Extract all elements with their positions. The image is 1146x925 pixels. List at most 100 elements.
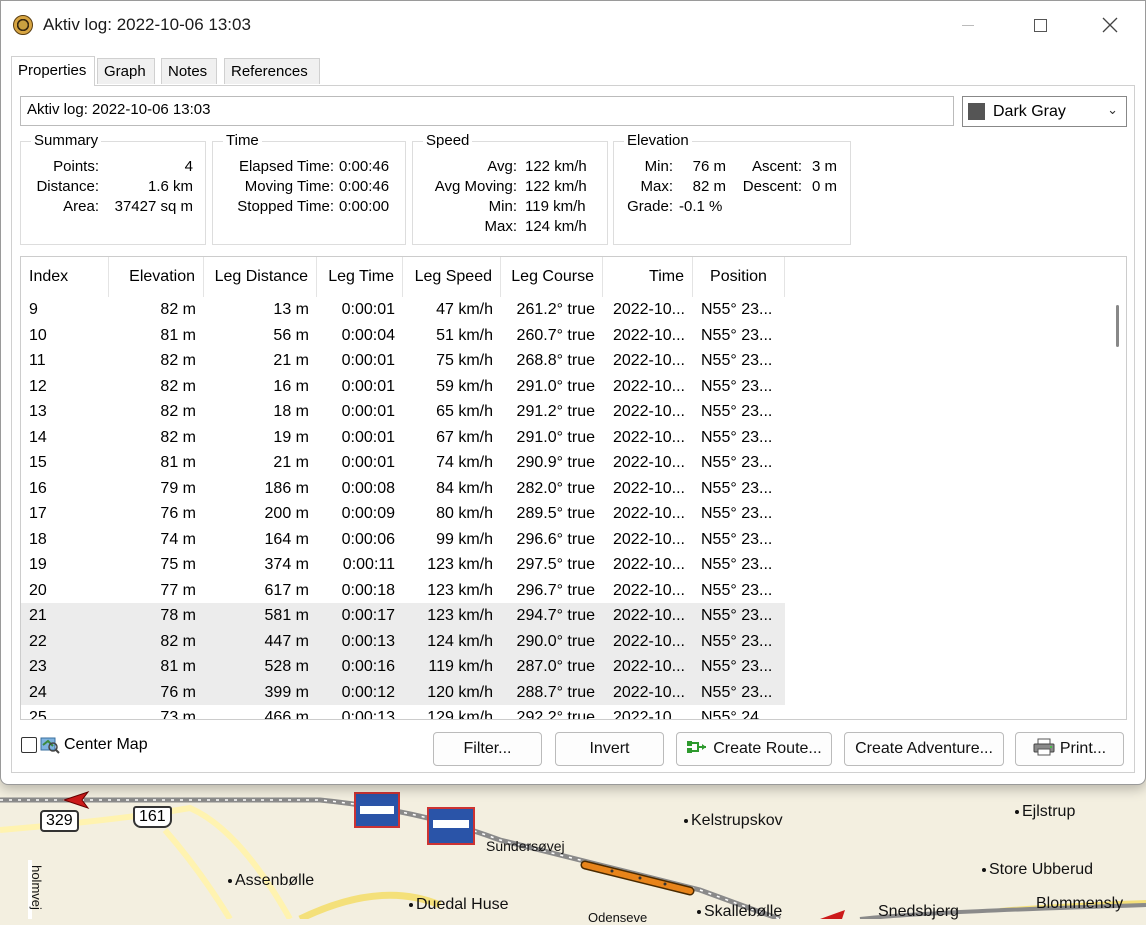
color-dropdown[interactable]: Dark Gray ⌄: [962, 96, 1127, 127]
cell-elevation: 81 m: [160, 658, 196, 675]
scrollbar-thumb[interactable]: [1116, 305, 1119, 347]
cell-index: 24: [29, 683, 47, 701]
cell-leg-distance: 581 m: [264, 607, 309, 624]
cell-position: N55° 23...: [701, 607, 773, 624]
cell-position: N55° 24...: [701, 709, 773, 720]
cell-position: N55° 23...: [701, 403, 773, 420]
column-header-index[interactable]: Index: [21, 257, 109, 297]
cell-leg-time: 0:00:01: [341, 454, 395, 471]
cell-leg-distance: 466 m: [264, 709, 309, 720]
cell-leg-time: 0:00:08: [341, 479, 395, 497]
cell-index: 18: [29, 530, 47, 548]
table-row[interactable]: 23 81 m 528 m 0:00:16 119 km/h 287.0° true 202…: [21, 654, 785, 680]
center-map-control[interactable]: Center Map: [21, 736, 148, 754]
cell-leg-speed: 67 km/h: [436, 428, 493, 446]
invert-button[interactable]: Invert: [555, 732, 664, 766]
tab-references[interactable]: References: [224, 58, 320, 84]
cell-elevation: 77 m: [160, 581, 196, 599]
title-bar[interactable]: Aktiv log: 2022-10-06 13:03: [1, 1, 1145, 49]
table-row[interactable]: 24 76 m 399 m 0:00:12 120 km/h 288.7° true 202…: [21, 679, 785, 705]
column-header-elevation[interactable]: Elevation: [109, 257, 204, 297]
create-route-button[interactable]: Create Route...: [676, 732, 832, 766]
table-row[interactable]: 19 75 m 374 m 0:00:11 123 km/h 297.5° true 202…: [21, 552, 785, 578]
column-header-time[interactable]: Time: [603, 257, 693, 297]
log-name-input[interactable]: Aktiv log: 2022-10-06 13:03: [20, 96, 954, 126]
moving-time-value: 0:00:46: [339, 178, 390, 195]
time-group: Time Elapsed Time: 0:00:46 Moving Time: …: [212, 132, 406, 245]
column-header-leg-distance[interactable]: Leg Distance: [204, 257, 317, 297]
motorway-sign-icon: [427, 807, 475, 845]
tab-graph[interactable]: Graph: [97, 58, 155, 84]
cell-leg-distance: 21 m: [273, 352, 309, 369]
elapsed-time-value: 0:00:46: [339, 158, 390, 175]
table-row[interactable]: 13 82 m 18 m 0:00:01 65 km/h 291.2° true 2022-…: [21, 399, 785, 425]
vertical-scrollbar[interactable]: [1108, 257, 1126, 719]
table-row[interactable]: 10 81 m 56 m 0:00:04 51 km/h 260.7° true 2022-…: [21, 323, 785, 349]
cell-leg-speed: 123 km/h: [427, 581, 493, 599]
table-row[interactable]: 12 82 m 16 m 0:00:01 59 km/h 291.0° true 2022-…: [21, 374, 785, 400]
street-label: Sundersøvej: [486, 838, 565, 854]
cell-leg-speed: 123 km/h: [427, 607, 493, 624]
table-row[interactable]: 20 77 m 617 m 0:00:18 123 km/h 296.7° true 202…: [21, 578, 785, 604]
column-header-leg-speed[interactable]: Leg Speed: [403, 257, 501, 297]
table-row[interactable]: 16 79 m 186 m 0:00:08 84 km/h 282.0° true 2022…: [21, 476, 785, 502]
column-header-leg-course[interactable]: Leg Course: [501, 257, 603, 297]
table-row[interactable]: 25 73 m 466 m 0:00:13 129 km/h 292.2° true 202…: [21, 705, 785, 720]
cell-position: N55° 23...: [701, 479, 773, 497]
filter-button[interactable]: Filter...: [433, 732, 542, 766]
table-row[interactable]: 14 82 m 19 m 0:00:01 67 km/h 291.0° true 2022-…: [21, 425, 785, 451]
create-route-label: Create Route...: [713, 740, 822, 757]
table-row[interactable]: 9 82 m 13 m 0:00:01 47 km/h 261.2° true 2022-1…: [21, 297, 785, 323]
print-button[interactable]: Print...: [1015, 732, 1124, 766]
cell-position: N55° 23...: [701, 530, 773, 548]
cell-time: 2022-10...: [612, 301, 685, 318]
cell-leg-speed: 75 km/h: [436, 352, 493, 369]
cell-time: 2022-10...: [612, 530, 685, 548]
cell-time: 2022-10...: [612, 326, 685, 344]
center-map-checkbox[interactable]: [21, 737, 37, 753]
elapsed-time-label: Elapsed Time:: [238, 158, 334, 175]
cell-elevation: 76 m: [160, 683, 196, 701]
cell-leg-time: 0:00:01: [341, 403, 395, 420]
cell-position: N55° 23...: [701, 454, 773, 471]
cell-leg-distance: 447 m: [264, 632, 309, 650]
elev-min-value: 76 m: [692, 158, 726, 175]
cell-index: 10: [29, 326, 47, 344]
table-row[interactable]: 17 76 m 200 m 0:00:09 80 km/h 289.5° true 2022…: [21, 501, 785, 527]
cell-leg-course: 289.5° true: [516, 505, 595, 522]
cell-leg-time: 0:00:18: [341, 581, 395, 599]
cell-leg-distance: 399 m: [264, 683, 309, 701]
chevron-down-icon: ⌄: [1107, 102, 1118, 117]
window-title: Aktiv log: 2022-10-06 13:03: [43, 15, 251, 34]
cell-leg-distance: 56 m: [273, 326, 309, 344]
cell-time: 2022-10...: [612, 377, 685, 395]
cell-leg-distance: 18 m: [273, 403, 309, 420]
cell-elevation: 79 m: [160, 479, 196, 497]
minimize-button[interactable]: [933, 1, 1003, 49]
cell-leg-distance: 21 m: [273, 454, 309, 471]
cell-time: 2022-10...: [612, 403, 685, 420]
maximize-button[interactable]: [1005, 1, 1075, 49]
table-row[interactable]: 15 81 m 21 m 0:00:01 74 km/h 290.9° true 2022-…: [21, 450, 785, 476]
tab-notes[interactable]: Notes: [161, 58, 217, 84]
tab-properties[interactable]: Properties: [11, 56, 95, 86]
column-header-position[interactable]: Position: [693, 257, 785, 297]
cell-leg-time: 0:00:12: [341, 683, 395, 701]
cell-leg-distance: 528 m: [264, 658, 309, 675]
cell-leg-course: 294.7° true: [516, 607, 595, 624]
distance-label: Distance:: [36, 178, 99, 195]
table-row[interactable]: 18 74 m 164 m 0:00:06 99 km/h 296.6° true 2022…: [21, 527, 785, 553]
elev-max-label: Max:: [640, 178, 673, 195]
color-label: Dark Gray: [993, 102, 1066, 120]
table-row[interactable]: 22 82 m 447 m 0:00:13 124 km/h 290.0° true 202…: [21, 628, 785, 654]
group-title: Time: [223, 132, 262, 149]
create-adventure-button[interactable]: Create Adventure...: [844, 732, 1004, 766]
column-header-leg-time[interactable]: Leg Time: [317, 257, 403, 297]
table-row[interactable]: 11 82 m 21 m 0:00:01 75 km/h 268.8° true 2022-…: [21, 348, 785, 374]
cell-elevation: 81 m: [160, 454, 196, 471]
table-row[interactable]: 21 78 m 581 m 0:00:17 123 km/h 294.7° true 202…: [21, 603, 785, 629]
cell-elevation: 73 m: [160, 709, 196, 720]
road-shield-329: 329: [40, 810, 79, 832]
close-button[interactable]: [1075, 1, 1145, 49]
track-points-table[interactable]: Index Elevation Leg Distance Leg Time Le…: [20, 256, 1127, 720]
